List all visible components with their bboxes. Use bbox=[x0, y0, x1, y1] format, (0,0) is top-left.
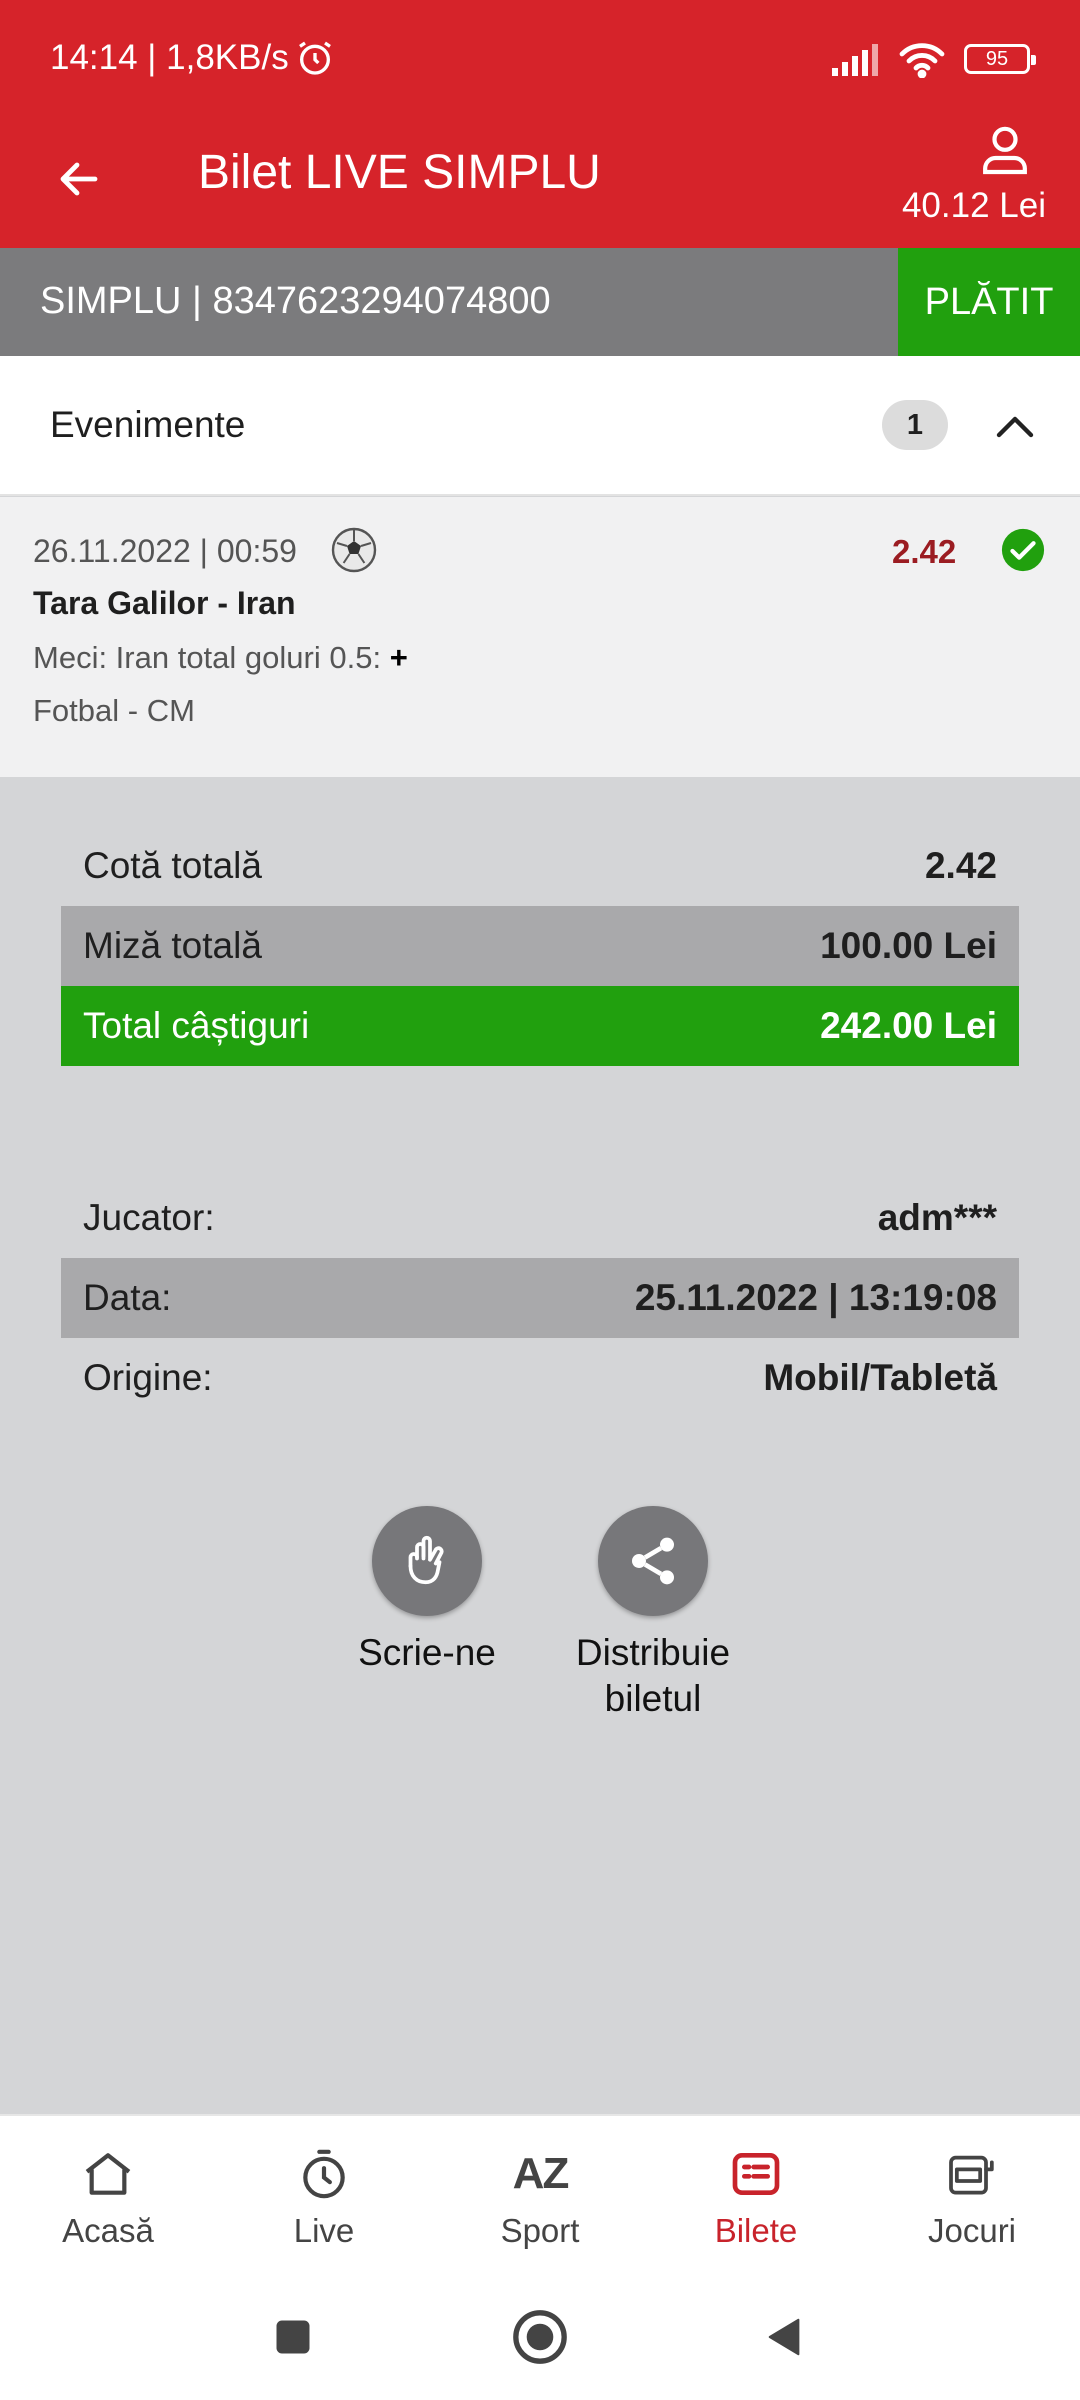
arrow-left-icon bbox=[60, 162, 98, 196]
alarm-icon bbox=[298, 41, 331, 75]
event-market: Meci: Iran total goluri 0.5: + bbox=[33, 640, 408, 676]
ticket-list-icon bbox=[732, 2153, 780, 2195]
date-value: 25.11.2022 | 13:19:08 bbox=[634, 1277, 997, 1318]
contact-us-circle bbox=[372, 1506, 482, 1616]
nav-item-bilete[interactable]: Bilete bbox=[648, 2116, 864, 2274]
status-badge: PLĂTIT bbox=[898, 248, 1080, 356]
stopwatch-icon bbox=[303, 2149, 345, 2199]
slot-machine-icon bbox=[949, 2155, 994, 2195]
ticket-header: SIMPLU | 8347623294074800 PLĂTIT bbox=[0, 248, 1080, 356]
event-league: Fotbal - CM bbox=[33, 693, 195, 728]
nav-label-jocuri: Jocuri bbox=[927, 2212, 1017, 2249]
winnings-row: Total câștiguri 242.00 Lei bbox=[61, 986, 1019, 1066]
status-right: 95 bbox=[830, 40, 1036, 78]
signal-icon bbox=[832, 44, 878, 76]
player-label: Jucator: bbox=[83, 1197, 215, 1238]
nav-label-live: Live bbox=[293, 2212, 355, 2249]
stake-row: Miză totală 100.00 Lei bbox=[61, 906, 1019, 986]
events-title: Evenimente bbox=[50, 404, 246, 445]
status-bar: 14:14 | 1,8KB/s 95 bbox=[0, 0, 1080, 122]
wifi-icon bbox=[899, 43, 945, 78]
event-item[interactable]: 26.11.2022 | 00:59 2.42 Tara Galilor - I… bbox=[0, 497, 1080, 777]
winnings-value: 242.00 Lei bbox=[820, 1005, 997, 1046]
event-selection: + bbox=[389, 640, 408, 675]
back-button[interactable] bbox=[44, 144, 114, 214]
event-match: Tara Galilor - Iran bbox=[33, 585, 296, 621]
system-navigation-bar bbox=[0, 2274, 1080, 2400]
app-bar: Bilet LIVE SIMPLU 40.12 Lei bbox=[0, 122, 1080, 248]
player-value: adm*** bbox=[877, 1197, 997, 1238]
az-icon: AZ bbox=[512, 2149, 570, 2198]
square-icon bbox=[276, 2320, 310, 2354]
nav-label-bilete: Bilete bbox=[714, 2212, 798, 2249]
winnings-label: Total câștiguri bbox=[83, 1005, 310, 1046]
soccer-ball-icon bbox=[331, 527, 377, 573]
triangle-back-icon bbox=[768, 2318, 800, 2356]
collapse-button[interactable] bbox=[980, 392, 1050, 462]
total-odds-row: Cotă totală 2.42 bbox=[61, 826, 1019, 906]
event-datetime: 26.11.2022 | 00:59 bbox=[33, 533, 297, 569]
nav-label-acasa: Acasă bbox=[62, 2212, 154, 2249]
circle-home-icon bbox=[513, 2310, 567, 2364]
nav-label-sport: Sport bbox=[500, 2212, 580, 2249]
hand-icon bbox=[408, 1535, 444, 1585]
nav-item-sport[interactable]: AZ Sport bbox=[432, 2116, 648, 2274]
origin-value: Mobil/Tabletă bbox=[763, 1357, 997, 1398]
total-odds-value: 2.42 bbox=[924, 845, 997, 886]
share-label-line1: Distribuie bbox=[575, 1632, 731, 1673]
player-row: Jucator: adm*** bbox=[61, 1178, 1019, 1258]
user-icon bbox=[983, 126, 1027, 175]
share-label: Distribuie biletul bbox=[576, 1630, 730, 1722]
back-system-button[interactable] bbox=[752, 2304, 818, 2370]
nav-item-acasa[interactable]: Acasă bbox=[0, 2116, 216, 2274]
home-system-button[interactable] bbox=[507, 2304, 573, 2370]
stake-value: 100.00 Lei bbox=[820, 925, 997, 966]
total-odds-label: Cotă totală bbox=[83, 845, 262, 886]
date-row: Data: 25.11.2022 | 13:19:08 bbox=[61, 1258, 1019, 1338]
ticket-id: SIMPLU | 8347623294074800 bbox=[40, 280, 551, 322]
share-ticket-button[interactable]: Distribuie biletul bbox=[553, 1506, 753, 1722]
events-count-badge: 1 bbox=[882, 400, 948, 450]
battery-level: 95 bbox=[985, 47, 1009, 70]
origin-label: Origine: bbox=[83, 1357, 213, 1398]
status-left: 14:14 | 1,8KB/s bbox=[50, 38, 335, 78]
chevron-up-icon bbox=[996, 416, 1034, 438]
nav-item-live[interactable]: Live bbox=[216, 2116, 432, 2274]
recents-button[interactable] bbox=[260, 2304, 326, 2370]
event-odds: 2.42 bbox=[892, 533, 957, 570]
status-time-speed: 14:14 | 1,8KB/s bbox=[50, 38, 289, 77]
account-button[interactable]: 40.12 Lei bbox=[902, 122, 1080, 248]
contact-us-label: Scrie-ne bbox=[358, 1632, 496, 1673]
stake-label: Miză totală bbox=[83, 925, 262, 966]
battery-icon: 95 bbox=[964, 44, 1036, 74]
event-market-label: Meci: Iran total goluri 0.5: bbox=[33, 640, 382, 675]
events-section-header[interactable]: Evenimente 1 bbox=[0, 356, 1080, 496]
nav-item-jocuri[interactable]: Jocuri bbox=[864, 2116, 1080, 2274]
share-icon bbox=[632, 1537, 674, 1585]
contact-us-button[interactable]: Scrie-ne bbox=[327, 1506, 527, 1676]
check-circle-icon bbox=[1001, 528, 1045, 572]
date-label: Data: bbox=[83, 1277, 172, 1318]
home-icon bbox=[85, 2153, 131, 2195]
origin-row: Origine: Mobil/Tabletă bbox=[61, 1338, 1019, 1418]
share-circle bbox=[598, 1506, 708, 1616]
page-title: Bilet LIVE SIMPLU bbox=[198, 146, 601, 199]
share-label-line2: biletul bbox=[604, 1678, 702, 1719]
account-balance: 40.12 Lei bbox=[901, 186, 1046, 225]
bottom-navigation: Acasă Live AZ Sport Bilete Jocuri bbox=[0, 2114, 1080, 2274]
